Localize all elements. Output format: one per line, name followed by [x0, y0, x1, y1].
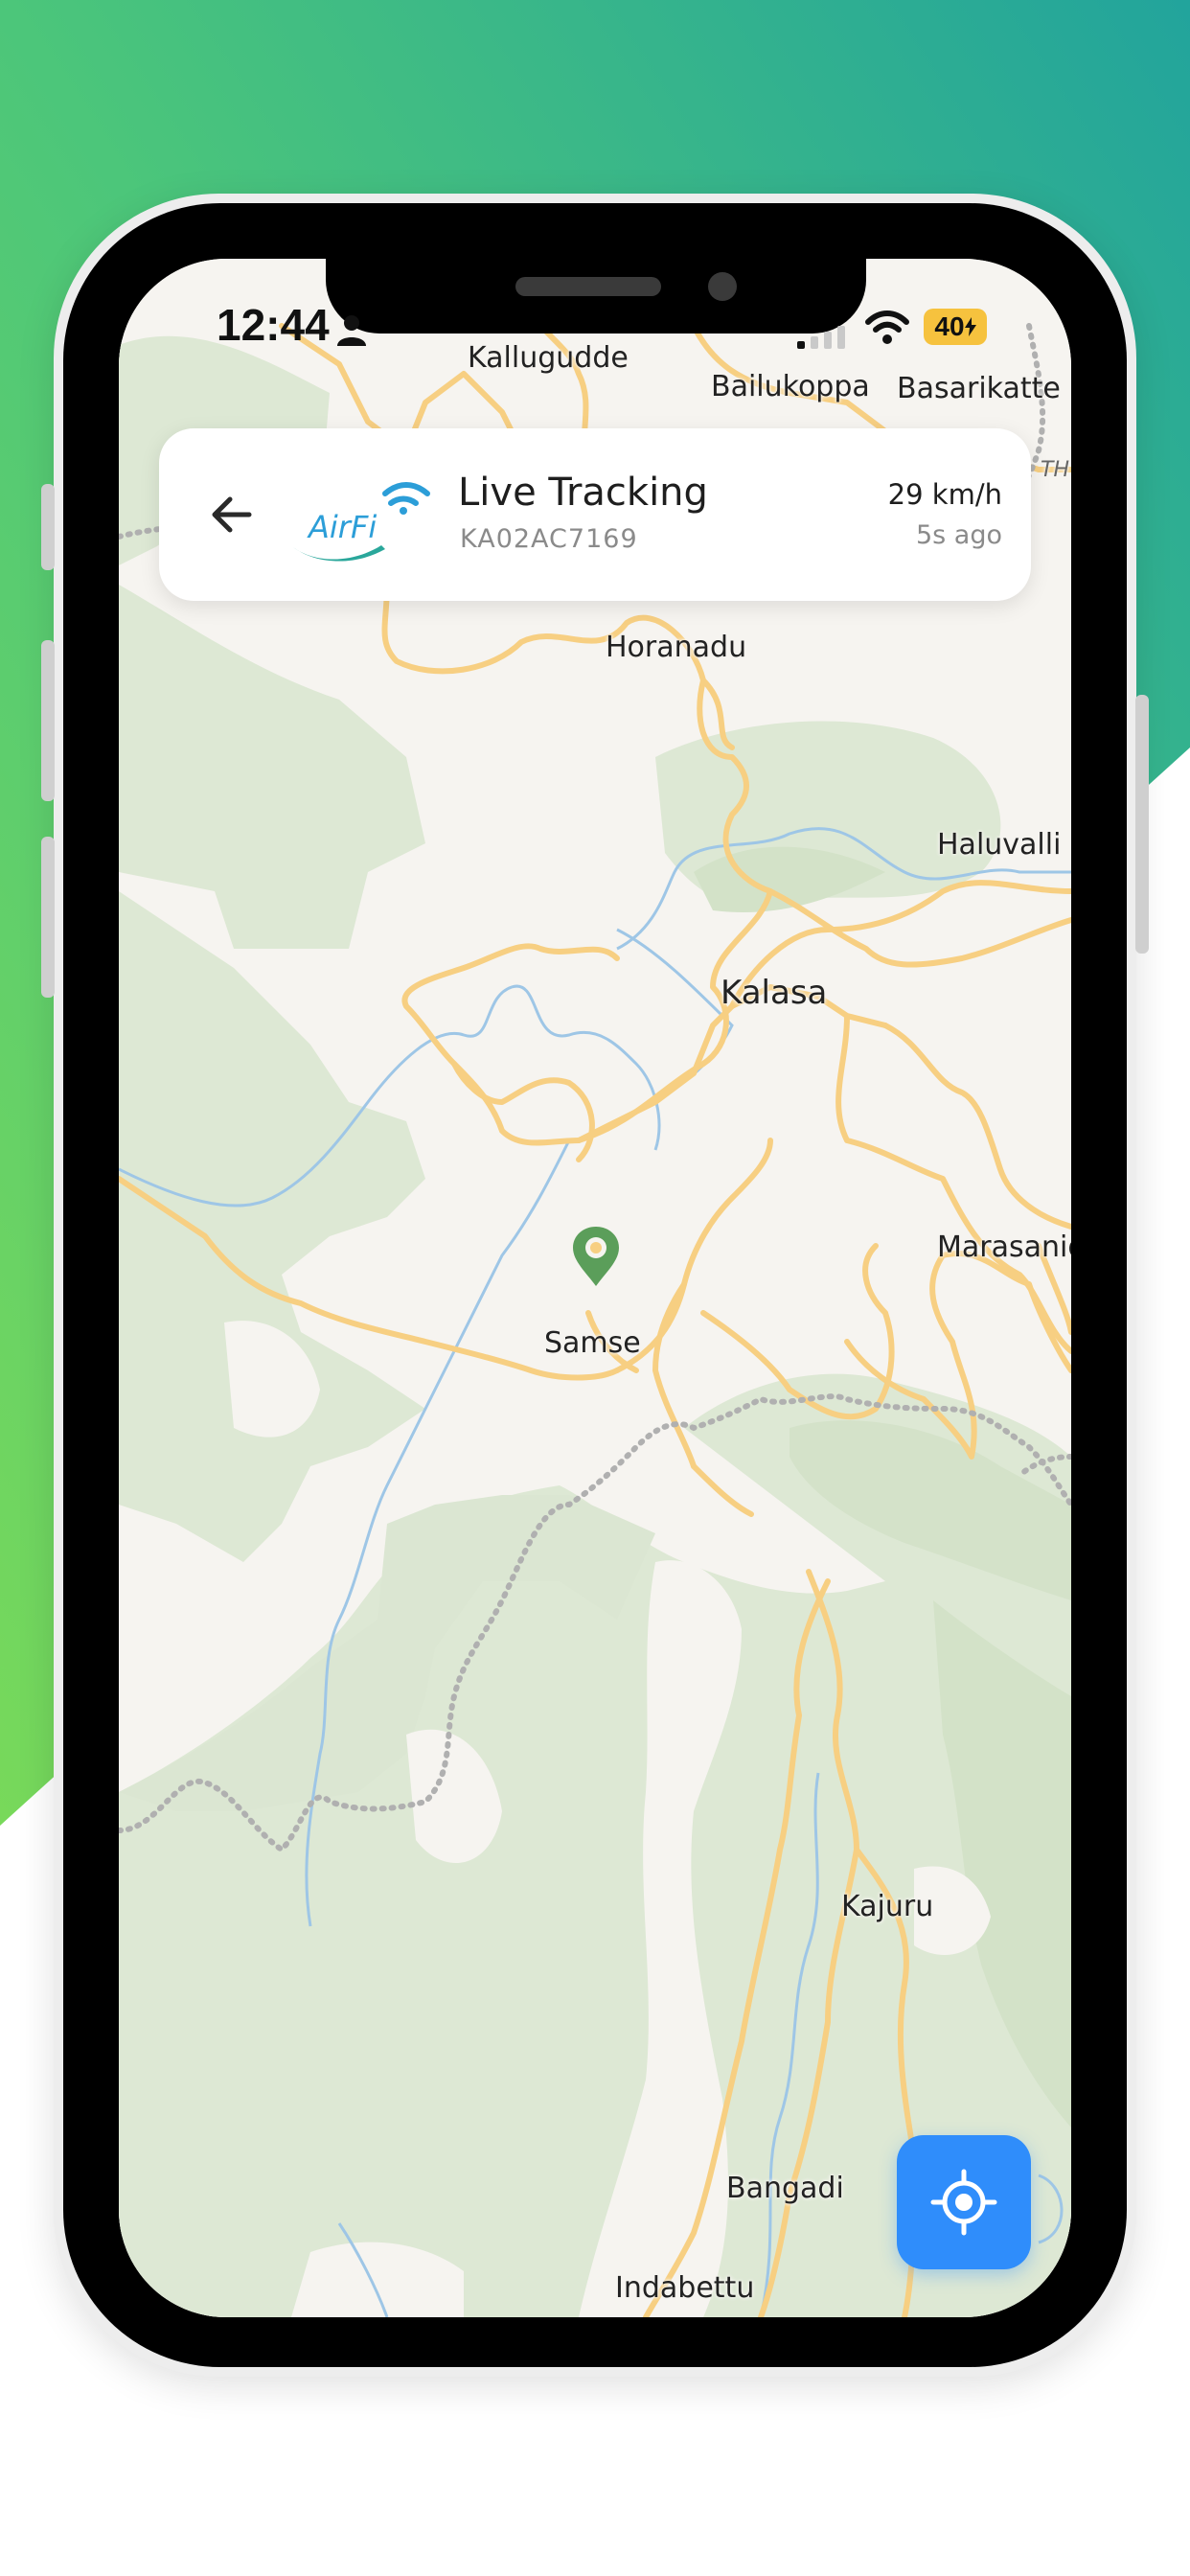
map-label-horanadu: Horanadu [606, 631, 747, 664]
battery-indicator: 40 [924, 309, 987, 345]
vehicle-speed: 29 km/h [887, 478, 1002, 511]
battery-level: 40 [934, 311, 965, 341]
tracking-header-card: AirFi Live Tracking KA02AC7169 29 km/h 5… [159, 428, 1031, 601]
map-label-indabettu: Indabettu [615, 2271, 755, 2305]
locate-me-button[interactable] [897, 2135, 1031, 2269]
phone-volume-down [41, 837, 55, 998]
phone-camera [708, 272, 737, 301]
svg-text:AirFi: AirFi [307, 509, 377, 545]
map-label-basarikatte: Basarikatte [897, 372, 1061, 405]
status-time: 12:44 [217, 300, 330, 350]
map-label-kalasa: Kalasa [721, 974, 828, 1012]
map-label-th: TH [1041, 458, 1069, 482]
wifi-icon [865, 310, 909, 344]
location-pin-icon[interactable] [571, 1225, 621, 1288]
last-updated: 5s ago [915, 520, 1002, 550]
charging-bolt-icon [964, 317, 976, 336]
airfi-logo: AirFi [287, 471, 431, 563]
phone-volume-up [41, 640, 55, 801]
person-icon [337, 315, 366, 346]
cellular-signal-icon [797, 326, 845, 349]
map-label-bailukoppa: Bailukoppa [711, 370, 870, 403]
map-label-bangadi: Bangadi [726, 2172, 844, 2205]
phone-speaker [515, 277, 661, 296]
arrow-left-icon[interactable] [201, 484, 263, 545]
crosshair-locate-icon [930, 2169, 997, 2236]
phone-power-button [1135, 695, 1149, 954]
map-label-samse: Samse [544, 1326, 641, 1360]
phone-notch [326, 259, 866, 334]
phone-mute-switch [41, 484, 55, 570]
page-title: Live Tracking [458, 471, 708, 515]
map-label-haluvalli: Haluvalli [937, 828, 1062, 862]
map-label-marasanig: Marasanig [937, 1230, 1071, 1264]
map-label-kajuru: Kajuru [841, 1890, 934, 1923]
vehicle-id: KA02AC7169 [460, 524, 638, 554]
map-label-kallugudde: Kallugudde [468, 341, 629, 375]
